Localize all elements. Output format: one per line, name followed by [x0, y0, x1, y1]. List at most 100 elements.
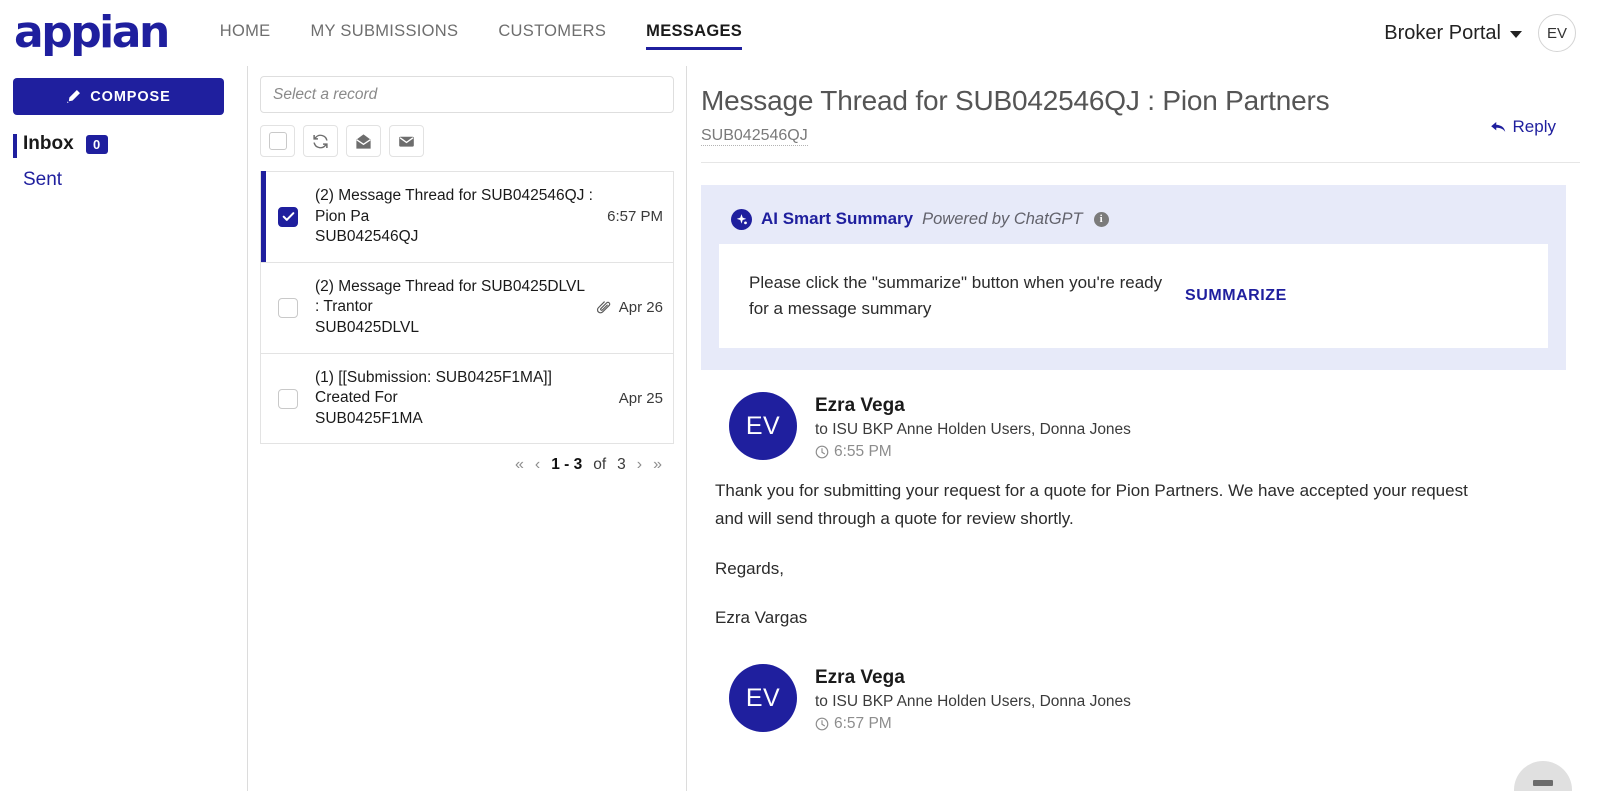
ai-summary-title: AI Smart Summary	[761, 209, 914, 229]
message-paragraph: Regards,	[715, 558, 784, 578]
main-nav-links: HOME MY SUBMISSIONS CUSTOMERS MESSAGES	[220, 0, 782, 66]
inbox-unread-badge: 0	[85, 134, 108, 154]
appian-logo[interactable]: appian	[10, 11, 170, 55]
refresh-icon	[313, 134, 328, 148]
check-icon	[282, 212, 294, 222]
thread-header-left: Message Thread for SUB042546QJ : Pion Pa…	[701, 84, 1490, 146]
sidebar-item-sent-label: Sent	[23, 169, 63, 190]
select-all-button[interactable]	[260, 125, 295, 157]
envelope-closed-icon	[399, 136, 414, 147]
message-row-meta: Apr 26	[586, 299, 663, 316]
message-row-record-id: SUB0425F1MA	[315, 409, 423, 427]
pager-prev-icon[interactable]: ‹	[535, 456, 540, 474]
message-row-subject: (2) Message Thread for SUB042546QJ : Pio…	[315, 187, 593, 225]
thread-record-link[interactable]: SUB042546QJ	[701, 127, 808, 146]
message-author-block: EV Ezra Vega to ISU BKP Anne Holden User…	[701, 632, 1566, 733]
ai-summary-card: Please click the "summarize" button when…	[719, 243, 1548, 349]
pencil-icon	[67, 90, 81, 103]
reply-arrow-icon	[1490, 121, 1505, 132]
refresh-button[interactable]	[303, 125, 338, 157]
message-row-text: (2) Message Thread for SUB042546QJ : Pio…	[315, 186, 597, 248]
sidebar-item-sent[interactable]: Sent	[13, 169, 231, 191]
ai-sparkle-icon	[731, 208, 752, 230]
message-timestamp: 6:57 PM	[834, 715, 892, 733]
compose-button[interactable]: COMPOSE	[13, 78, 224, 115]
nav-item-customers[interactable]: CUSTOMERS	[498, 10, 606, 56]
message-author-block: EV Ezra Vega to ISU BKP Anne Holden User…	[701, 370, 1566, 461]
nav-right-cluster: Broker Portal EV	[1384, 14, 1576, 52]
message-author-name: Ezra Vega	[815, 395, 905, 417]
thread-message: EV Ezra Vega to ISU BKP Anne Holden User…	[687, 370, 1580, 632]
mark-as-read-button[interactable]	[346, 125, 381, 157]
message-row-meta: Apr 25	[609, 390, 663, 407]
message-body: Thank you for submitting your request fo…	[701, 461, 1521, 632]
message-paragraph: Ezra Vargas	[715, 608, 808, 628]
reply-button-label: Reply	[1512, 117, 1556, 136]
clock-icon	[815, 445, 829, 459]
message-list-item[interactable]: (2) Message Thread for SUB0425DLVL : Tra…	[260, 261, 674, 353]
avatar: EV	[729, 392, 797, 461]
message-row-record-id: SUB0425DLVL	[315, 319, 419, 337]
top-navigation-bar: appian HOME MY SUBMISSIONS CUSTOMERS MES…	[0, 0, 1600, 66]
message-row-checkbox[interactable]	[278, 297, 298, 318]
help-icon	[1533, 780, 1553, 786]
nav-item-my-submissions[interactable]: MY SUBMISSIONS	[310, 10, 458, 56]
message-row-text: (1) [[Submission: SUB0425F1MA]] Created …	[315, 368, 609, 430]
list-pager: « ‹ 1 - 3 of 3 › »	[260, 444, 674, 474]
summarize-button[interactable]: SUMMARIZE	[1179, 286, 1297, 306]
ai-summary-message: Please click the "summarize" button when…	[749, 272, 1163, 318]
compose-button-label: COMPOSE	[90, 88, 171, 105]
avatar: EV	[729, 664, 797, 733]
mark-as-unread-button[interactable]	[389, 125, 424, 157]
thread-header: Message Thread for SUB042546QJ : Pion Pa…	[687, 66, 1580, 146]
message-row-time: Apr 26	[618, 299, 663, 317]
message-row-text: (2) Message Thread for SUB0425DLVL : Tra…	[315, 277, 586, 339]
message-row-subject: (2) Message Thread for SUB0425DLVL : Tra…	[315, 277, 585, 316]
envelope-open-icon	[356, 133, 371, 149]
message-timestamp-row: 6:57 PM	[815, 715, 1131, 733]
ai-smart-summary-panel: AI Smart Summary Powered by ChatGPT i Pl…	[701, 184, 1566, 371]
pager-last-icon[interactable]: »	[653, 456, 662, 474]
message-row-time: 6:57 PM	[607, 208, 663, 226]
message-row-record-id: SUB042546QJ	[315, 228, 419, 246]
ai-summary-header: AI Smart Summary Powered by ChatGPT i	[719, 201, 1548, 244]
sidebar-item-inbox[interactable]: Inbox 0	[13, 133, 231, 158]
portal-switcher[interactable]: Broker Portal	[1384, 22, 1522, 45]
message-recipients: to ISU BKP Anne Holden Users, Donna Jone…	[815, 693, 1131, 711]
info-icon[interactable]: i	[1093, 211, 1109, 227]
pager-first-icon[interactable]: «	[515, 456, 524, 474]
pager-of-label: of	[593, 456, 607, 474]
message-list-item[interactable]: (1) [[Submission: SUB0425F1MA]] Created …	[260, 352, 674, 445]
message-timestamp-row: 6:55 PM	[815, 443, 1131, 461]
mail-sidebar: COMPOSE Inbox 0 Sent	[0, 66, 247, 791]
message-row-checkbox-wrap	[261, 206, 315, 227]
message-author-meta: Ezra Vega to ISU BKP Anne Holden Users, …	[797, 392, 1131, 461]
thread-header-divider	[701, 161, 1580, 163]
select-all-checkbox-icon	[268, 132, 287, 150]
record-picker-input[interactable]	[260, 76, 674, 113]
page-body: COMPOSE Inbox 0 Sent Select a record (2)…	[0, 66, 1600, 791]
help-floating-button[interactable]	[1514, 761, 1572, 791]
nav-item-home[interactable]: HOME	[220, 10, 271, 56]
pager-range: 1 - 3	[551, 456, 583, 474]
sparkle-glyph-icon	[736, 213, 747, 224]
app-root: appian HOME MY SUBMISSIONS CUSTOMERS MES…	[0, 0, 1600, 791]
message-author-name: Ezra Vega	[815, 667, 905, 689]
ai-summary-powered-by: Powered by ChatGPT	[922, 209, 1083, 228]
clock-icon	[815, 717, 829, 731]
pager-total: 3	[617, 456, 626, 474]
nav-item-messages[interactable]: MESSAGES	[646, 10, 743, 56]
pager-next-icon[interactable]: ›	[637, 456, 642, 474]
reply-button[interactable]: Reply	[1490, 84, 1580, 137]
portal-switcher-label: Broker Portal	[1384, 21, 1501, 44]
message-timestamp: 6:55 PM	[834, 443, 892, 461]
user-avatar[interactable]: EV	[1538, 14, 1576, 52]
message-row-checkbox[interactable]	[278, 388, 298, 409]
page-title: Message Thread for SUB042546QJ : Pion Pa…	[701, 85, 1330, 116]
thread-message: EV Ezra Vega to ISU BKP Anne Holden User…	[687, 632, 1580, 733]
message-row-checkbox[interactable]	[278, 206, 298, 227]
message-row-checkbox-wrap	[261, 388, 315, 409]
message-paragraph: Thank you for submitting your request fo…	[715, 481, 1468, 528]
message-list-item[interactable]: (2) Message Thread for SUB042546QJ : Pio…	[260, 171, 674, 263]
message-row-time: Apr 25	[618, 390, 663, 408]
